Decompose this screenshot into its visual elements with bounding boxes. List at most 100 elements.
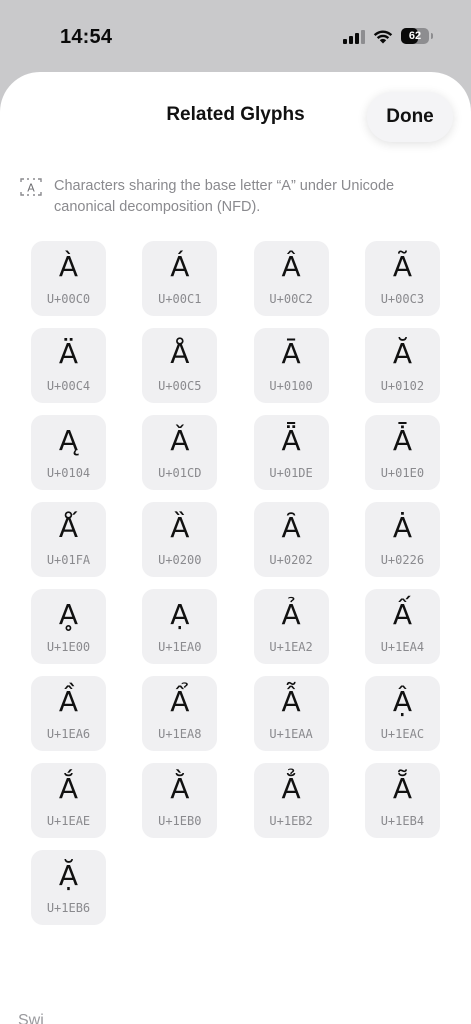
glyph-codepoint: U+1EAE bbox=[46, 814, 91, 828]
battery-percent: 62 bbox=[408, 30, 422, 42]
glyph-character: Ȧ bbox=[392, 511, 412, 544]
glyph-character: Ầ bbox=[58, 685, 79, 718]
glyph-grid: À U+00C0 Á U+00C1 Â U+00C2 Ã U+00C3 Ä U+00C4 Å U+00… bbox=[31, 241, 440, 925]
glyph-codepoint: U+1EA6 bbox=[46, 727, 91, 741]
glyph-character: Ã bbox=[392, 250, 412, 283]
glyph-codepoint: U+1EAC bbox=[380, 727, 425, 741]
glyph-tile[interactable]: Ǻ U+01FA bbox=[31, 502, 106, 577]
glyph-codepoint: U+1EA8 bbox=[158, 727, 202, 741]
glyph-character: Ẩ bbox=[170, 685, 190, 718]
done-button[interactable]: Done bbox=[367, 92, 453, 142]
glyph-tile[interactable]: Ẵ U+1EB4 bbox=[364, 763, 440, 838]
related-glyphs-sheet: Related Glyphs Done A Characters sharing… bbox=[0, 72, 471, 1024]
glyph-codepoint: U+01DE bbox=[269, 466, 313, 480]
glyph-character: Ǡ bbox=[392, 424, 412, 457]
glyph-codepoint: U+1E00 bbox=[46, 640, 91, 654]
glyph-codepoint: U+00C3 bbox=[380, 292, 425, 306]
glyph-codepoint: U+00C2 bbox=[269, 292, 313, 306]
glyph-codepoint: U+01CD bbox=[158, 466, 202, 480]
glyph-character: Ắ bbox=[58, 772, 79, 805]
glyph-character: Ậ bbox=[392, 685, 412, 718]
glyph-codepoint: U+0226 bbox=[380, 553, 425, 567]
glyph-character: Ặ bbox=[58, 859, 79, 892]
glyph-tile[interactable]: Ằ U+1EB0 bbox=[142, 763, 218, 838]
glyph-tile[interactable]: Ȁ U+0200 bbox=[142, 502, 218, 577]
glyph-tile[interactable]: Ạ U+1EA0 bbox=[142, 589, 218, 664]
glyph-codepoint: U+1EAA bbox=[269, 727, 313, 741]
info-text: Characters sharing the base letter “A” u… bbox=[54, 178, 395, 215]
glyph-tile[interactable]: Ȧ U+0226 bbox=[364, 502, 440, 577]
glyph-tile[interactable]: Ả U+1EA2 bbox=[253, 589, 329, 664]
status-time: 14:54 bbox=[60, 26, 113, 48]
glyph-character: Ẳ bbox=[281, 772, 301, 805]
glyph-character: Ǎ bbox=[170, 424, 190, 457]
glyph-character: Ȁ bbox=[170, 511, 190, 544]
glyph-character: Ä bbox=[58, 337, 79, 370]
glyph-character: Ằ bbox=[170, 772, 190, 805]
status-icons: 62 bbox=[343, 28, 433, 44]
glyph-codepoint: U+00C5 bbox=[158, 379, 202, 393]
glyph-codepoint: U+1EA2 bbox=[269, 640, 313, 654]
glyph-character: Ạ bbox=[170, 598, 190, 631]
glyph-character: Ẫ bbox=[281, 685, 301, 718]
glyph-character: Ḁ bbox=[58, 598, 79, 631]
glyph-codepoint: U+01FA bbox=[46, 553, 91, 567]
info-row: A Characters sharing the base letter “A”… bbox=[20, 176, 451, 218]
glyph-codepoint: U+1EB4 bbox=[380, 814, 425, 828]
glyph-codepoint: U+0100 bbox=[269, 379, 313, 393]
glyph-tile[interactable]: Ǎ U+01CD bbox=[142, 415, 218, 490]
glyph-tile[interactable]: Ã U+00C3 bbox=[364, 241, 440, 316]
glyph-tile[interactable]: Ậ U+1EAC bbox=[364, 676, 440, 751]
glyph-character: Å bbox=[170, 337, 190, 370]
glyph-character: Ȃ bbox=[281, 511, 301, 544]
glyph-codepoint: U+1EB0 bbox=[158, 814, 202, 828]
glyph-character: Ẵ bbox=[392, 772, 412, 805]
glyph-tile[interactable]: Ẫ U+1EAA bbox=[253, 676, 329, 751]
cellular-signal-icon bbox=[343, 28, 365, 44]
glyph-codepoint: U+0202 bbox=[269, 553, 313, 567]
glyph-codepoint: U+0200 bbox=[158, 553, 202, 567]
glyph-codepoint: U+0102 bbox=[380, 379, 425, 393]
glyph-tile[interactable]: Ă U+0102 bbox=[364, 328, 440, 403]
glyph-character: Ą bbox=[58, 424, 79, 457]
glyph-tile[interactable]: Á U+00C1 bbox=[142, 241, 218, 316]
glyph-codepoint: U+00C4 bbox=[46, 379, 91, 393]
glyph-tile[interactable]: Ȃ U+0202 bbox=[253, 502, 329, 577]
battery-cap bbox=[431, 33, 433, 39]
glyph-codepoint: U+1EB6 bbox=[46, 901, 91, 915]
glyph-codepoint: U+1EA4 bbox=[380, 640, 425, 654]
glyph-tile[interactable]: Ẩ U+1EA8 bbox=[142, 676, 218, 751]
glyph-codepoint: U+1EA0 bbox=[158, 640, 202, 654]
glyph-tile[interactable]: Ấ U+1EA4 bbox=[364, 589, 440, 664]
wifi-icon bbox=[373, 30, 393, 44]
glyph-codepoint: U+01E0 bbox=[380, 466, 425, 480]
glyph-tile[interactable]: Å U+00C5 bbox=[142, 328, 218, 403]
glyph-codepoint: U+00C0 bbox=[46, 292, 91, 306]
glyph-tile[interactable]: Ẳ U+1EB2 bbox=[253, 763, 329, 838]
bottom-peek-text: Swi bbox=[18, 1012, 44, 1024]
glyph-tile[interactable]: Ä U+00C4 bbox=[31, 328, 106, 403]
glyph-tile[interactable]: Ắ U+1EAE bbox=[31, 763, 106, 838]
glyph-character: Ǟ bbox=[281, 424, 301, 457]
glyph-codepoint: U+1EB2 bbox=[269, 814, 313, 828]
glyph-tile[interactable]: Ą U+0104 bbox=[31, 415, 106, 490]
glyph-tile[interactable]: À U+00C0 bbox=[31, 241, 106, 316]
glyph-character: Ā bbox=[281, 337, 301, 370]
glyph-character: Ă bbox=[392, 337, 412, 370]
glyph-character: Á bbox=[170, 250, 190, 283]
glyph-tile[interactable]: Ầ U+1EA6 bbox=[31, 676, 106, 751]
glyph-codepoint: U+0104 bbox=[46, 466, 91, 480]
glyph-tile[interactable]: Ặ U+1EB6 bbox=[31, 850, 106, 925]
character-box-icon: A bbox=[20, 178, 42, 196]
glyph-tile[interactable]: Ǡ U+01E0 bbox=[364, 415, 440, 490]
glyph-codepoint: U+00C1 bbox=[158, 292, 202, 306]
glyph-tile[interactable]: Ḁ U+1E00 bbox=[31, 589, 106, 664]
glyph-character: Â bbox=[281, 250, 301, 283]
glyph-character: Ấ bbox=[392, 598, 412, 631]
glyph-tile[interactable]: Ā U+0100 bbox=[253, 328, 329, 403]
glyph-character: Ả bbox=[281, 598, 301, 631]
glyph-tile[interactable]: Â U+00C2 bbox=[253, 241, 329, 316]
glyph-character: Ǻ bbox=[58, 511, 79, 544]
glyph-tile[interactable]: Ǟ U+01DE bbox=[253, 415, 329, 490]
bottom-bar: Swi bbox=[0, 1010, 471, 1024]
